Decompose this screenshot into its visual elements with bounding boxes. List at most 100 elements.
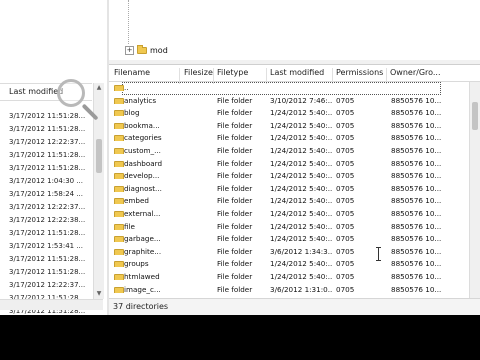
file-type: File folder xyxy=(217,133,253,143)
file-row[interactable]: graphite... File folder 3/6/2012 1:34:3...… xyxy=(109,246,480,259)
folder-icon-wrap xyxy=(114,286,124,293)
file-permissions: 0705 xyxy=(336,246,355,256)
folder-icon xyxy=(114,261,124,268)
column-filetype[interactable]: Filetype xyxy=(217,68,248,77)
folder-icon-wrap xyxy=(114,172,124,180)
file-type: File folder xyxy=(217,95,253,105)
file-last-modified: 1/24/2012 5:40:... xyxy=(270,120,332,130)
folder-icon xyxy=(114,160,124,167)
folder-icon-wrap xyxy=(114,185,124,192)
file-type: File folder xyxy=(217,208,253,218)
left-list-item[interactable]: 3/17/2012 1:53:41 ... xyxy=(0,240,92,253)
file-last-modified: 1/24/2012 5:40:... xyxy=(270,196,332,206)
file-row[interactable]: develop... File folder 1/24/2012 5:40:... 0… xyxy=(109,170,480,183)
file-type: File folder xyxy=(217,108,253,118)
file-row[interactable]: embed File folder 1/24/2012 5:40:... 0705 88… xyxy=(109,195,480,208)
file-row[interactable]: external... File folder 1/24/2012 5:40:...… xyxy=(109,208,480,221)
left-list-item[interactable]: 3/17/2012 11:51:28... xyxy=(0,149,92,162)
file-type: File folder xyxy=(217,246,253,256)
folder-icon xyxy=(114,223,124,230)
file-name: graphite... xyxy=(124,246,162,256)
file-row[interactable]: custom_... File folder 1/24/2012 5:40:... 0… xyxy=(109,145,480,158)
left-list-item[interactable]: 3/17/2012 1:04:30 ... xyxy=(0,175,92,188)
left-list-item[interactable]: 3/17/2012 11:51:28... xyxy=(0,110,92,123)
file-permissions: 0705 xyxy=(336,284,355,294)
file-list-scroll-thumb[interactable] xyxy=(472,102,478,130)
file-owner-group: 8850576 10... xyxy=(391,259,442,269)
file-last-modified: 1/24/2012 5:40:... xyxy=(270,271,332,281)
file-type: File folder xyxy=(217,171,253,181)
file-permissions: 0705 xyxy=(336,158,355,168)
folder-icon-wrap xyxy=(114,97,124,104)
file-row[interactable]: groups File folder 1/24/2012 5:40:... 0705 8… xyxy=(109,258,480,271)
folder-icon-wrap xyxy=(114,235,124,243)
tree-guide-line xyxy=(128,0,130,44)
parent-directory-row[interactable]: .. xyxy=(109,82,480,95)
file-last-modified: 3/6/2012 1:34:3... xyxy=(270,246,332,256)
file-permissions: 0705 xyxy=(336,208,355,218)
column-filesize[interactable]: Filesize xyxy=(184,68,213,77)
column-permissions[interactable]: Permissions xyxy=(336,68,383,77)
folder-icon xyxy=(114,85,124,91)
left-list: 3/17/2012 11:51:28... 3/17/2012 11:51:28.… xyxy=(0,110,92,315)
file-row[interactable]: analytics File folder 3/10/2012 7:46:... 07… xyxy=(109,95,480,108)
file-owner-group: 8850576 10... xyxy=(391,95,442,105)
column-filename[interactable]: Filename xyxy=(114,68,150,77)
left-list-item[interactable]: 3/17/2012 11:51:28... xyxy=(0,123,92,136)
file-last-modified: 1/24/2012 5:40:... xyxy=(270,234,332,244)
file-name: garbage... xyxy=(124,234,161,244)
parent-directory-name: .. xyxy=(124,83,129,92)
file-row[interactable]: blog File folder 1/24/2012 5:40:... 0705 885… xyxy=(109,107,480,120)
file-row[interactable]: image_c... File folder 3/6/2012 1:31:0... 0… xyxy=(109,284,480,297)
left-list-item[interactable]: 3/17/2012 11:51:28... xyxy=(0,253,92,266)
folder-icon xyxy=(114,236,124,243)
left-scroll-thumb[interactable] xyxy=(96,139,102,173)
file-list-vertical-scrollbar[interactable] xyxy=(469,82,480,298)
file-row[interactable]: file File folder 1/24/2012 5:40:... 0705 885… xyxy=(109,221,480,234)
column-owner-group[interactable]: Owner/Gro... xyxy=(390,68,441,77)
file-owner-group: 8850576 10... xyxy=(391,158,442,168)
file-last-modified: 1/24/2012 5:40:... xyxy=(270,133,332,143)
folder-icon-wrap xyxy=(114,210,124,217)
file-last-modified: 3/10/2012 7:46:... xyxy=(270,95,332,105)
file-row[interactable]: dashboard File folder 1/24/2012 5:40:... 07… xyxy=(109,158,480,171)
file-last-modified: 3/6/2012 1:31:0... xyxy=(270,284,332,294)
file-permissions: 0705 xyxy=(336,234,355,244)
left-list-item[interactable]: 3/17/2012 11:51:28... xyxy=(0,227,92,240)
file-name: bookma... xyxy=(124,120,160,130)
left-list-item[interactable]: 3/17/2012 11:51:28... xyxy=(0,266,92,279)
status-text: 37 directories xyxy=(113,302,169,311)
folder-icon xyxy=(114,135,124,142)
left-list-item[interactable]: 3/17/2012 1:58:24 ... xyxy=(0,188,92,201)
scroll-down-arrow-icon[interactable]: ▼ xyxy=(95,290,103,298)
file-name: categories xyxy=(124,133,162,143)
tree-expand-icon[interactable]: + xyxy=(125,45,134,55)
left-list-item[interactable]: 3/17/2012 12:22:37... xyxy=(0,201,92,214)
column-last-modified[interactable]: Last modified xyxy=(270,68,324,77)
file-row[interactable]: bookma... File folder 1/24/2012 5:40:... 07… xyxy=(109,120,480,133)
file-permissions: 0705 xyxy=(336,171,355,181)
file-permissions: 0705 xyxy=(336,196,355,206)
file-type: File folder xyxy=(217,145,253,155)
folder-icon-wrap xyxy=(114,223,124,230)
folder-icon xyxy=(114,185,124,192)
file-owner-group: 8850576 10... xyxy=(391,284,442,294)
file-owner-group: 8850576 10... xyxy=(391,183,442,193)
file-row[interactable]: diagnost... File folder 1/24/2012 5:40:...… xyxy=(109,183,480,196)
file-type: File folder xyxy=(217,158,253,168)
scroll-up-arrow-icon[interactable]: ▲ xyxy=(95,84,103,92)
left-list-item[interactable]: 3/17/2012 12:22:37... xyxy=(0,136,92,149)
file-owner-group: 8850576 10... xyxy=(391,271,442,281)
folder-icon xyxy=(137,44,147,54)
left-list-item[interactable]: 3/17/2012 12:22:37... xyxy=(0,279,92,292)
left-list-item[interactable]: 3/17/2012 12:22:38... xyxy=(0,214,92,227)
folder-icon xyxy=(114,110,124,117)
tree-node-mod[interactable]: + mod xyxy=(125,44,168,56)
file-row[interactable]: categories File folder 1/24/2012 5:40:... 0… xyxy=(109,132,480,145)
left-list-item[interactable]: 3/17/2012 11:51:28... xyxy=(0,162,92,175)
file-row[interactable]: htmlawed File folder 1/24/2012 5:40:... 070… xyxy=(109,271,480,284)
left-horizontal-scrollbar[interactable] xyxy=(0,299,103,310)
file-row[interactable]: garbage... File folder 1/24/2012 5:40:... 0… xyxy=(109,233,480,246)
folder-icon-wrap xyxy=(114,248,124,255)
file-name: develop... xyxy=(124,171,160,181)
